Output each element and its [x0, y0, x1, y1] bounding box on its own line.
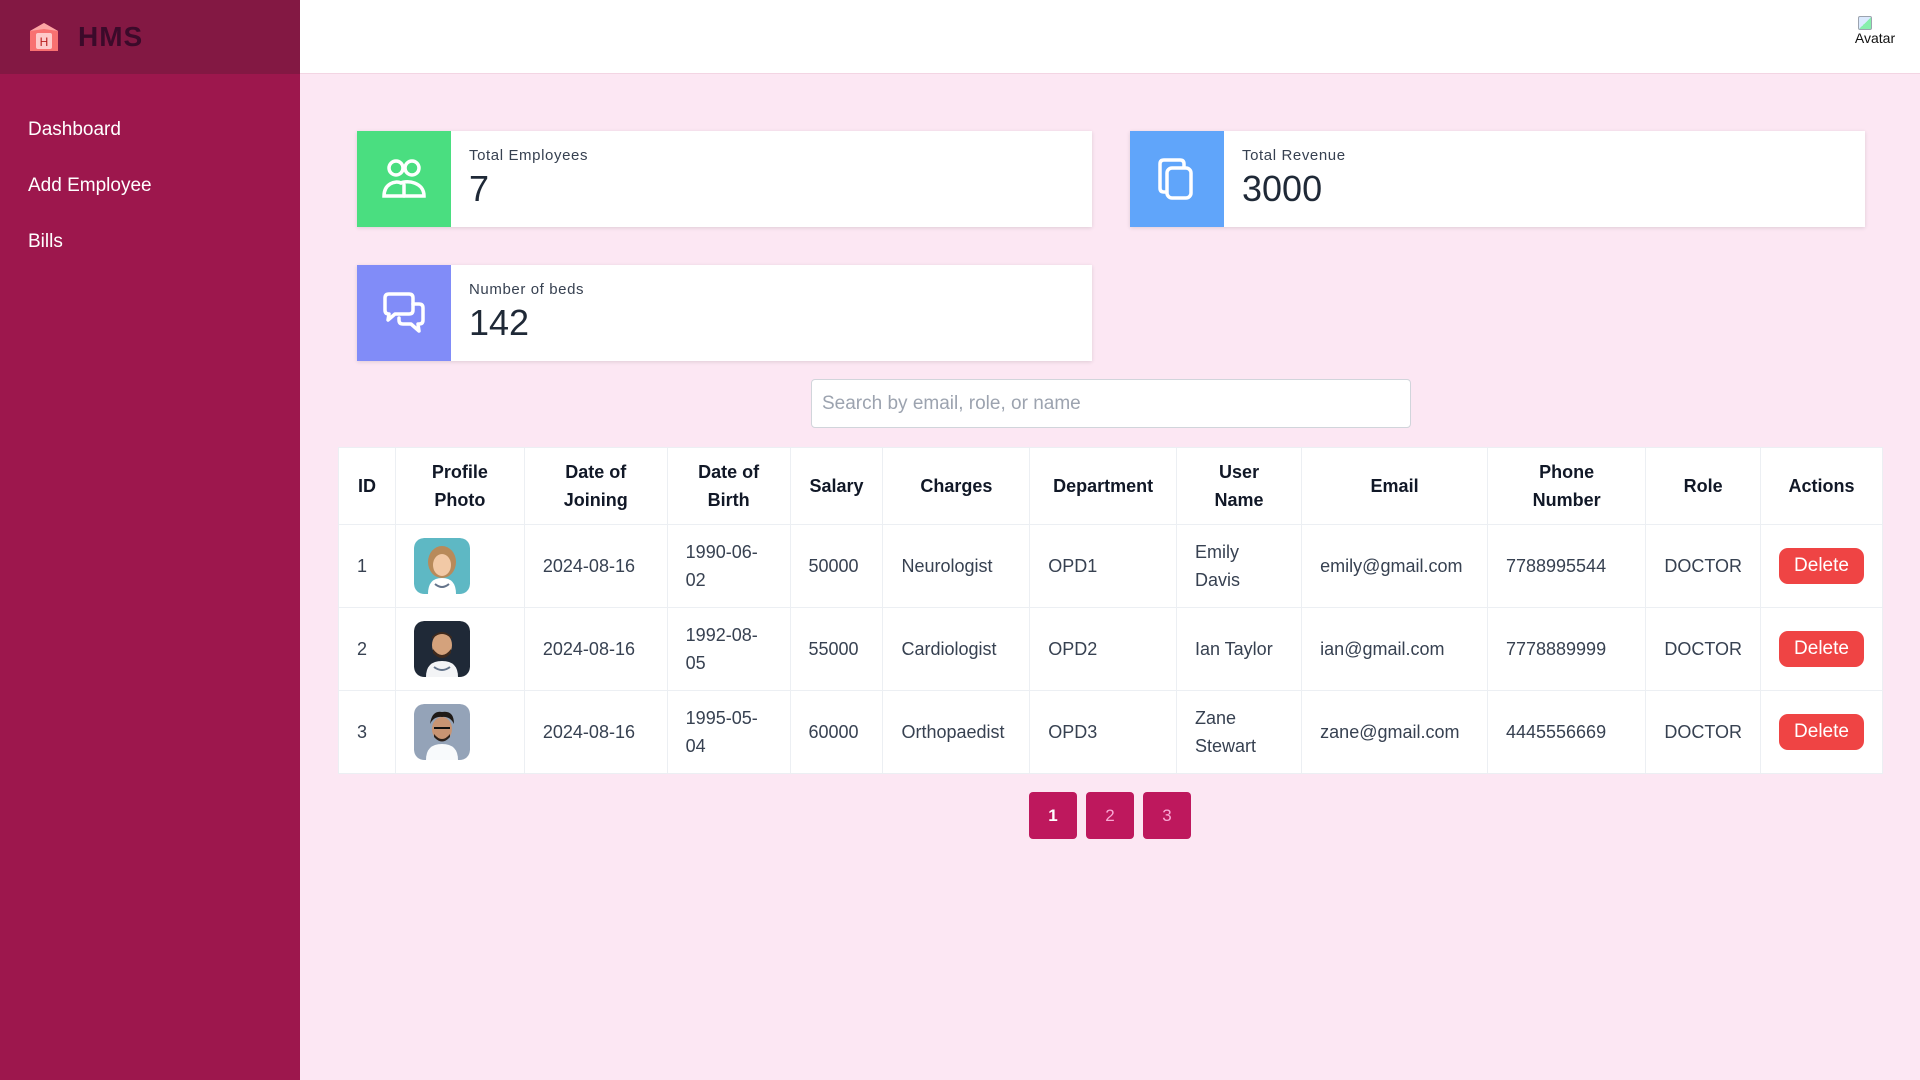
table-row: 1 2024-08-16 1990-06- 02 50000 Neurologis… [338, 524, 1883, 608]
column-header-email: Email [1301, 447, 1488, 525]
column-header-user-name: User Name [1175, 447, 1303, 525]
brand-bar: H HMS [0, 0, 300, 74]
cell-id: 2 [338, 607, 396, 691]
column-header-date-of-joining: Date of Joining [523, 447, 668, 525]
broken-image-icon [1858, 16, 1872, 30]
users-icon [357, 131, 451, 227]
copy-icon [1130, 131, 1224, 227]
delete-button[interactable]: Delete [1779, 714, 1864, 750]
column-header-salary: Salary [789, 447, 884, 525]
column-header-profile-photo: Profile Photo [394, 447, 525, 525]
pagination: 1 2 3 [1029, 792, 1191, 839]
cell-date-of-joining: 2024-08-16 [523, 524, 668, 608]
cell-salary: 60000 [789, 690, 884, 774]
column-header-charges: Charges [882, 447, 1031, 525]
cell-date-of-birth: 1992-08- 05 [666, 607, 791, 691]
cell-phone-number: 7778889999 [1486, 607, 1647, 691]
cell-actions: Delete [1760, 607, 1883, 691]
cell-profile-photo [394, 524, 525, 608]
profile-photo [413, 538, 470, 594]
column-header-role: Role [1645, 447, 1762, 525]
column-header-id: ID [338, 447, 396, 525]
sidebar-item-add-employee[interactable]: Add Employee [0, 158, 300, 214]
cell-date-of-joining: 2024-08-16 [523, 607, 668, 691]
delete-button[interactable]: Delete [1779, 631, 1864, 667]
stat-label: Number of beds [469, 281, 585, 298]
stat-value: 3000 [1242, 168, 1323, 209]
column-header-date-of-birth: Date of Birth [666, 447, 791, 525]
stat-card-beds: Number of beds 142 [357, 265, 1092, 361]
page-button-1[interactable]: 1 [1029, 792, 1077, 839]
cell-date-of-joining: 2024-08-16 [523, 690, 668, 774]
stat-card-employees: Total Employees 7 [357, 131, 1092, 227]
stat-label: Total Revenue [1242, 147, 1346, 164]
table-row: 3 2024-08-16 1995-05- 04 60000 Orthopaedi… [338, 690, 1883, 774]
profile-photo [413, 704, 470, 760]
logo-letter: H [40, 35, 49, 49]
stat-card-revenue: Total Revenue 3000 [1130, 131, 1865, 227]
profile-photo [413, 621, 470, 677]
cell-phone-number: 4445556669 [1486, 690, 1647, 774]
sidebar-item-bills[interactable]: Bills [0, 214, 300, 270]
cell-role: DOCTOR [1645, 607, 1762, 691]
cell-actions: Delete [1760, 690, 1883, 774]
page-button-3[interactable]: 3 [1143, 792, 1191, 839]
cell-id: 3 [338, 690, 396, 774]
cell-phone-number: 7788995544 [1486, 524, 1647, 608]
cell-department: OPD2 [1029, 607, 1177, 691]
cell-user-name: Ian Taylor [1175, 607, 1303, 691]
hospital-logo-icon: H [30, 23, 58, 51]
cell-email: ian@gmail.com [1301, 607, 1488, 691]
cell-role: DOCTOR [1645, 524, 1762, 608]
sidebar: H HMS Dashboard Add Employee Bills [0, 0, 300, 1080]
cell-profile-photo [394, 607, 525, 691]
stat-value: 142 [469, 302, 530, 343]
cell-date-of-birth: 1995-05- 04 [666, 690, 791, 774]
top-header: Avatar [300, 0, 1920, 74]
chat-icon [357, 265, 451, 361]
employee-table: ID Profile Photo Date of Joining Date of Bi… [338, 447, 1883, 774]
cell-charges: Neurologist [882, 524, 1031, 608]
sidebar-nav: Dashboard Add Employee Bills [0, 74, 300, 270]
column-header-actions: Actions [1760, 447, 1883, 525]
avatar-alt-text: Avatar [1854, 30, 1896, 46]
table-header-row: ID Profile Photo Date of Joining Date of Bi… [338, 447, 1883, 525]
stat-label: Total Employees [469, 147, 589, 164]
cell-charges: Orthopaedist [882, 690, 1031, 774]
app-title: HMS [78, 21, 144, 52]
cell-role: DOCTOR [1645, 690, 1762, 774]
cell-email: zane@gmail.com [1301, 690, 1488, 774]
cell-email: emily@gmail.com [1301, 524, 1488, 608]
cell-department: OPD3 [1029, 690, 1177, 774]
sidebar-item-dashboard[interactable]: Dashboard [0, 102, 300, 158]
stat-value: 7 [469, 168, 490, 209]
delete-button[interactable]: Delete [1779, 548, 1864, 584]
cell-salary: 55000 [789, 607, 884, 691]
cell-department: OPD1 [1029, 524, 1177, 608]
cell-user-name: Zane Stewart [1175, 690, 1303, 774]
page-button-2[interactable]: 2 [1086, 792, 1134, 839]
cell-date-of-birth: 1990-06- 02 [666, 524, 791, 608]
search-input[interactable] [811, 379, 1411, 428]
avatar[interactable]: Avatar [1852, 16, 1898, 52]
column-header-department: Department [1029, 447, 1177, 525]
cell-salary: 50000 [789, 524, 884, 608]
cell-profile-photo [394, 690, 525, 774]
cell-actions: Delete [1760, 524, 1883, 608]
table-row: 2 2024-08-16 1992-08- 05 55000 Cardiologi… [338, 607, 1883, 691]
cell-user-name: Emily Davis [1175, 524, 1303, 608]
cell-charges: Cardiologist [882, 607, 1031, 691]
cell-id: 1 [338, 524, 396, 608]
column-header-phone-number: Phone Number [1486, 447, 1647, 525]
